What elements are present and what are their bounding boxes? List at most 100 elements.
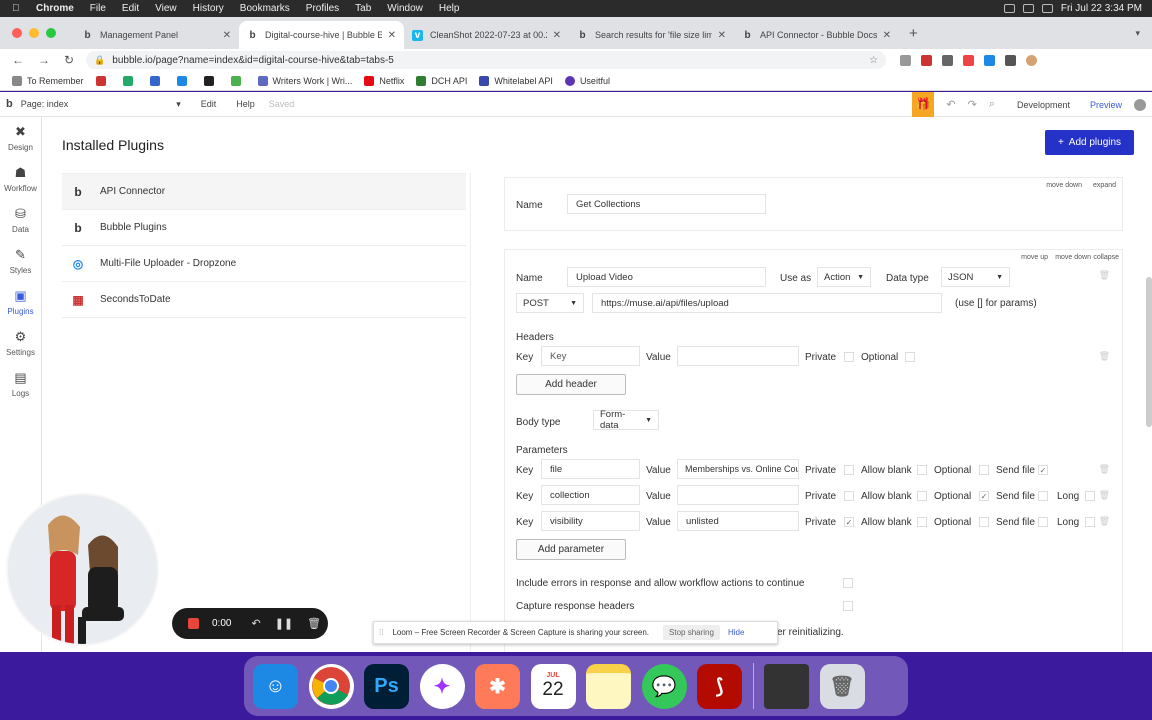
param-key-field[interactable]: collection — [541, 485, 640, 505]
menu-history[interactable]: History — [193, 3, 224, 14]
include-errors-checkbox[interactable] — [843, 578, 853, 588]
new-tab-icon[interactable]: + — [909, 25, 918, 42]
bubble-logo[interactable]: b — [6, 98, 13, 110]
sidebar-item-data[interactable]: ⛁ Data — [0, 199, 41, 240]
move-up-link[interactable]: move up — [1021, 254, 1048, 261]
extension-icon[interactable] — [900, 54, 912, 66]
redo-icon[interactable]: ↷ — [968, 98, 977, 111]
forward-icon[interactable]: → — [38, 53, 50, 67]
param-value-field[interactable]: Memberships vs. Online Courses- Which sh… — [677, 459, 799, 479]
sidebar-item-design[interactable]: ✖ Design — [0, 117, 41, 158]
stop-sharing-button[interactable]: Stop sharing — [663, 625, 720, 640]
param-key-field[interactable]: file — [541, 459, 640, 479]
send-file-checkbox[interactable] — [1038, 517, 1048, 527]
body-type-dropdown[interactable]: Form-data ▼ — [593, 409, 659, 431]
add-plugins-button[interactable]: + Add plugins — [1045, 130, 1134, 155]
sidebar-item-settings[interactable]: ⚙ Settings — [0, 322, 41, 363]
profile-avatar[interactable] — [1026, 54, 1038, 66]
use-as-dropdown[interactable]: Action ▼ — [817, 267, 871, 287]
trash-icon[interactable]: 🗑 — [1099, 270, 1110, 281]
menu-edit[interactable]: Edit — [122, 3, 139, 14]
browser-tab[interactable]: b API Connector - Bubble Docs ✕ — [734, 21, 899, 49]
bookmark-item[interactable]: Useitful — [564, 75, 610, 86]
close-tab-icon[interactable]: ✕ — [553, 30, 561, 41]
wifi-icon[interactable] — [1003, 4, 1015, 13]
sidebar-item-workflow[interactable]: ☗ Workflow — [0, 158, 41, 199]
extension-icon[interactable] — [942, 54, 954, 66]
close-tab-icon[interactable]: ✕ — [223, 30, 231, 41]
extension-icon[interactable] — [984, 54, 996, 66]
trash-icon[interactable]: 🗑 — [1099, 516, 1110, 527]
private-checkbox[interactable] — [844, 352, 854, 362]
drag-handle-icon[interactable]: ⁞⁞ — [379, 628, 383, 637]
allow-blank-checkbox[interactable] — [917, 465, 927, 475]
notes-icon[interactable] — [586, 663, 631, 709]
apple-icon[interactable]:  — [12, 3, 26, 14]
plugin-item-dropzone[interactable]: ◎ Multi-File Uploader - Dropzone — [62, 246, 466, 282]
trash-icon[interactable]: 🗑 — [1099, 464, 1110, 475]
extension-icon[interactable] — [921, 54, 933, 66]
http-method-dropdown[interactable]: POST ▼ — [516, 293, 584, 313]
bookmark-item[interactable]: Writers Work | Wri... — [257, 75, 352, 86]
header-value-field[interactable] — [677, 346, 799, 366]
environment-selector[interactable]: Development — [1017, 100, 1070, 110]
help-menu[interactable]: Help — [236, 99, 255, 109]
hide-button[interactable]: Hide — [728, 628, 744, 637]
close-tab-icon[interactable]: ✕ — [718, 30, 726, 41]
stop-recording-icon[interactable] — [188, 618, 199, 629]
search-icon[interactable]: ⌕ — [989, 98, 995, 111]
data-type-dropdown[interactable]: JSON ▼ — [941, 267, 1010, 287]
pause-icon[interactable]: ❚❚ — [275, 617, 293, 630]
optional-checkbox[interactable] — [979, 465, 989, 475]
lock-icon[interactable]: 🔒 — [94, 55, 105, 66]
finder-icon[interactable]: ☺ — [253, 663, 298, 709]
menu-app-name[interactable]: Chrome — [36, 3, 74, 14]
close-tab-icon[interactable]: ✕ — [883, 30, 891, 41]
allow-blank-checkbox[interactable] — [917, 491, 927, 501]
close-tab-icon[interactable]: ✕ — [388, 30, 396, 41]
browser-tab[interactable]: b Management Panel ✕ — [74, 21, 239, 49]
bookmark-item[interactable] — [149, 75, 165, 86]
page-selector[interactable]: Page: index ▾ — [21, 99, 181, 110]
scrollbar[interactable] — [1146, 277, 1152, 427]
optional-checkbox[interactable] — [979, 517, 989, 527]
minimize-window-icon[interactable] — [29, 28, 39, 38]
param-key-field[interactable]: visibility — [541, 511, 640, 531]
browser-tab[interactable]: b Search results for 'file size limi ✕ — [569, 21, 734, 49]
bookmark-item[interactable] — [230, 75, 246, 86]
control-center-icon[interactable] — [1041, 4, 1053, 13]
calendar-icon[interactable]: JUL 22 — [530, 663, 576, 709]
bookmark-item[interactable]: Whitelabel API — [479, 75, 553, 86]
add-parameter-button[interactable]: Add parameter — [516, 539, 626, 560]
bookmark-item[interactable]: Netflix — [364, 75, 404, 86]
battery-icon[interactable] — [1022, 4, 1034, 13]
collapse-link[interactable]: collapse — [1093, 254, 1119, 261]
menu-window[interactable]: Window — [387, 3, 423, 14]
gift-icon[interactable]: 🎁 — [912, 92, 935, 117]
reload-icon[interactable]: ↻ — [64, 53, 74, 67]
edit-menu[interactable]: Edit — [201, 99, 217, 109]
param-value-field[interactable]: unlisted — [677, 511, 799, 531]
undo-icon[interactable]: ↶ — [946, 98, 955, 111]
menu-help[interactable]: Help — [439, 3, 460, 14]
long-checkbox[interactable] — [1085, 517, 1095, 527]
private-checkbox[interactable] — [844, 491, 854, 501]
chrome-icon[interactable] — [308, 663, 354, 709]
user-icon[interactable] — [1134, 98, 1146, 111]
zoom-window-icon[interactable] — [46, 28, 56, 38]
trash-icon[interactable]: 🗑 — [1099, 351, 1110, 362]
optional-checkbox[interactable] — [905, 352, 915, 362]
puzzle-icon[interactable] — [1005, 54, 1017, 66]
expand-link[interactable]: expand — [1093, 182, 1116, 189]
menu-profiles[interactable]: Profiles — [306, 3, 339, 14]
close-window-icon[interactable] — [12, 28, 22, 38]
menu-file[interactable]: File — [90, 3, 106, 14]
move-down-link[interactable]: move down — [1046, 182, 1082, 189]
plugin-item-secondstodate[interactable]: ▦ SecondsToDate — [62, 282, 466, 318]
plugin-item-api-connector[interactable]: b API Connector — [62, 174, 466, 210]
trash-icon[interactable]: 🗑 — [819, 663, 865, 709]
photoshop-icon[interactable]: Ps — [364, 663, 409, 709]
acrobat-icon[interactable]: ⟆ — [697, 663, 742, 709]
private-checkbox[interactable] — [844, 465, 854, 475]
param-value-field[interactable] — [677, 485, 799, 505]
